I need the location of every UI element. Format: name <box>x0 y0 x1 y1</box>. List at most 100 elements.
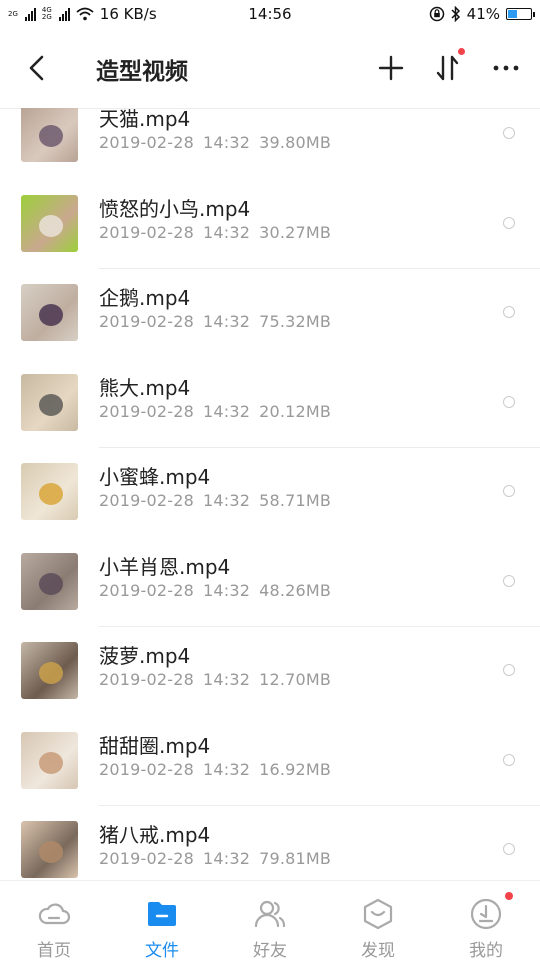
tab-discover-label: 发现 <box>361 941 395 961</box>
tab-friends[interactable]: 好友 <box>216 881 324 961</box>
sort-badge <box>458 48 465 55</box>
status-right: 41% <box>429 0 535 28</box>
sort-button[interactable] <box>430 48 466 86</box>
video-thumbnail <box>21 108 78 162</box>
file-size: 39.80MB <box>259 133 332 152</box>
file-time: 14:32 <box>202 849 251 868</box>
select-radio[interactable] <box>503 395 515 408</box>
tab-home-label: 首页 <box>37 941 71 961</box>
file-meta: 2019-02-28 14:32 58.71MB <box>99 491 331 510</box>
file-name: 企鹅.mp4 <box>99 286 191 310</box>
file-name: 菠萝.mp4 <box>99 644 191 668</box>
battery-icon <box>506 8 535 20</box>
list-item[interactable]: 熊大.mp4 2019-02-28 14:32 20.12MB <box>0 358 540 448</box>
file-meta: 2019-02-28 14:32 20.12MB <box>99 402 331 421</box>
file-meta: 2019-02-28 14:32 16.92MB <box>99 760 331 779</box>
tab-friends-label: 好友 <box>253 941 287 961</box>
header: 造型视频 <box>0 28 540 109</box>
back-button[interactable] <box>20 50 56 86</box>
file-size: 75.32MB <box>259 312 332 331</box>
file-size: 30.27MB <box>259 222 332 242</box>
list-item[interactable]: 天猫.mp4 2019-02-28 14:32 39.80MB <box>0 108 540 179</box>
file-name: 小蜜蜂.mp4 <box>99 465 211 489</box>
file-meta: 2019-02-28 14:32 48.26MB <box>99 581 331 600</box>
video-thumbnail <box>21 642 78 699</box>
file-date: 2019-02-28 <box>99 222 194 242</box>
friends-icon <box>254 900 286 928</box>
file-date: 2019-02-28 <box>99 401 194 421</box>
file-name: 愤怒的小鸟.mp4 <box>99 196 251 221</box>
file-time: 14:32 <box>202 401 251 421</box>
file-list[interactable]: 天猫.mp4 2019-02-28 14:32 39.80MB 愤怒的小鸟.mp4 201… <box>0 108 540 880</box>
video-thumbnail <box>21 552 78 610</box>
file-size: 12.70MB <box>259 670 332 689</box>
select-radio[interactable] <box>503 216 515 229</box>
file-meta: 2019-02-28 14:32 79.81MB <box>99 849 331 868</box>
video-thumbnail <box>21 731 78 789</box>
add-button[interactable] <box>373 50 409 86</box>
profile-icon <box>470 898 502 930</box>
file-meta: 2019-02-28 14:32 12.70MB <box>99 670 331 689</box>
file-meta: 2019-02-28 14:32 75.32MB <box>99 312 331 331</box>
list-item[interactable]: 菠萝.mp4 2019-02-28 14:32 12.70MB <box>0 626 540 716</box>
back-icon <box>29 55 44 81</box>
file-name: 小羊肖恩.mp4 <box>99 554 231 579</box>
tab-me[interactable]: 我的 <box>432 881 540 961</box>
video-thumbnail <box>21 463 78 520</box>
file-time: 14:32 <box>202 580 251 600</box>
plus-icon <box>378 55 404 81</box>
tab-me-label: 我的 <box>469 941 503 961</box>
file-time: 14:32 <box>202 670 251 689</box>
list-item[interactable]: 企鹅.mp4 2019-02-28 14:32 75.32MB <box>0 268 540 358</box>
file-date: 2019-02-28 <box>99 312 194 331</box>
file-time: 14:32 <box>202 133 251 152</box>
file-name: 甜甜圈.mp4 <box>99 733 211 758</box>
file-date: 2019-02-28 <box>99 670 194 689</box>
tab-discover[interactable]: 发现 <box>324 881 432 961</box>
file-date: 2019-02-28 <box>99 759 194 779</box>
file-meta: 2019-02-28 14:32 30.27MB <box>99 223 331 242</box>
select-radio[interactable] <box>503 843 515 855</box>
file-time: 14:32 <box>202 759 251 779</box>
profile-badge <box>505 892 513 900</box>
select-radio[interactable] <box>503 574 515 587</box>
tab-home[interactable]: 首页 <box>0 881 108 961</box>
video-thumbnail <box>21 284 78 341</box>
video-thumbnail <box>21 373 78 431</box>
cloud-icon <box>38 903 71 925</box>
file-size: 79.81MB <box>259 849 332 868</box>
list-item[interactable]: 小羊肖恩.mp4 2019-02-28 14:32 48.26MB <box>0 537 540 627</box>
file-time: 14:32 <box>202 491 251 510</box>
file-time: 14:32 <box>202 312 251 331</box>
list-item[interactable]: 小蜜蜂.mp4 2019-02-28 14:32 58.71MB <box>0 447 540 537</box>
folder-icon <box>148 902 176 926</box>
discover-icon <box>363 898 393 930</box>
file-name: 猪八戒.mp4 <box>99 823 211 847</box>
video-thumbnail <box>21 194 78 252</box>
file-name: 天猫.mp4 <box>99 108 191 131</box>
file-size: 20.12MB <box>259 401 332 421</box>
tab-files[interactable]: 文件 <box>108 881 216 961</box>
more-button[interactable] <box>488 50 524 86</box>
select-radio[interactable] <box>503 664 515 676</box>
tab-files-label: 文件 <box>145 941 179 961</box>
list-item[interactable]: 愤怒的小鸟.mp4 2019-02-28 14:32 30.27MB <box>0 179 540 269</box>
select-radio[interactable] <box>503 306 515 318</box>
file-date: 2019-02-28 <box>99 491 194 510</box>
select-radio[interactable] <box>503 127 515 139</box>
file-name: 熊大.mp4 <box>99 375 191 400</box>
select-radio[interactable] <box>503 753 515 766</box>
list-item[interactable]: 甜甜圈.mp4 2019-02-28 14:32 16.92MB <box>0 716 540 806</box>
bottom-nav: 首页 文件 好友 发现 我的 <box>0 880 540 961</box>
list-item[interactable]: 猪八戒.mp4 2019-02-28 14:32 79.81MB <box>0 805 540 880</box>
file-size: 16.92MB <box>259 759 332 779</box>
file-date: 2019-02-28 <box>99 133 194 152</box>
select-radio[interactable] <box>503 485 515 497</box>
lock-rotation-icon <box>429 6 444 22</box>
file-date: 2019-02-28 <box>99 849 194 868</box>
video-thumbnail <box>21 821 78 878</box>
file-time: 14:32 <box>202 222 251 242</box>
file-size: 48.26MB <box>259 580 332 600</box>
battery-level <box>508 10 517 18</box>
sort-icon <box>436 55 459 81</box>
